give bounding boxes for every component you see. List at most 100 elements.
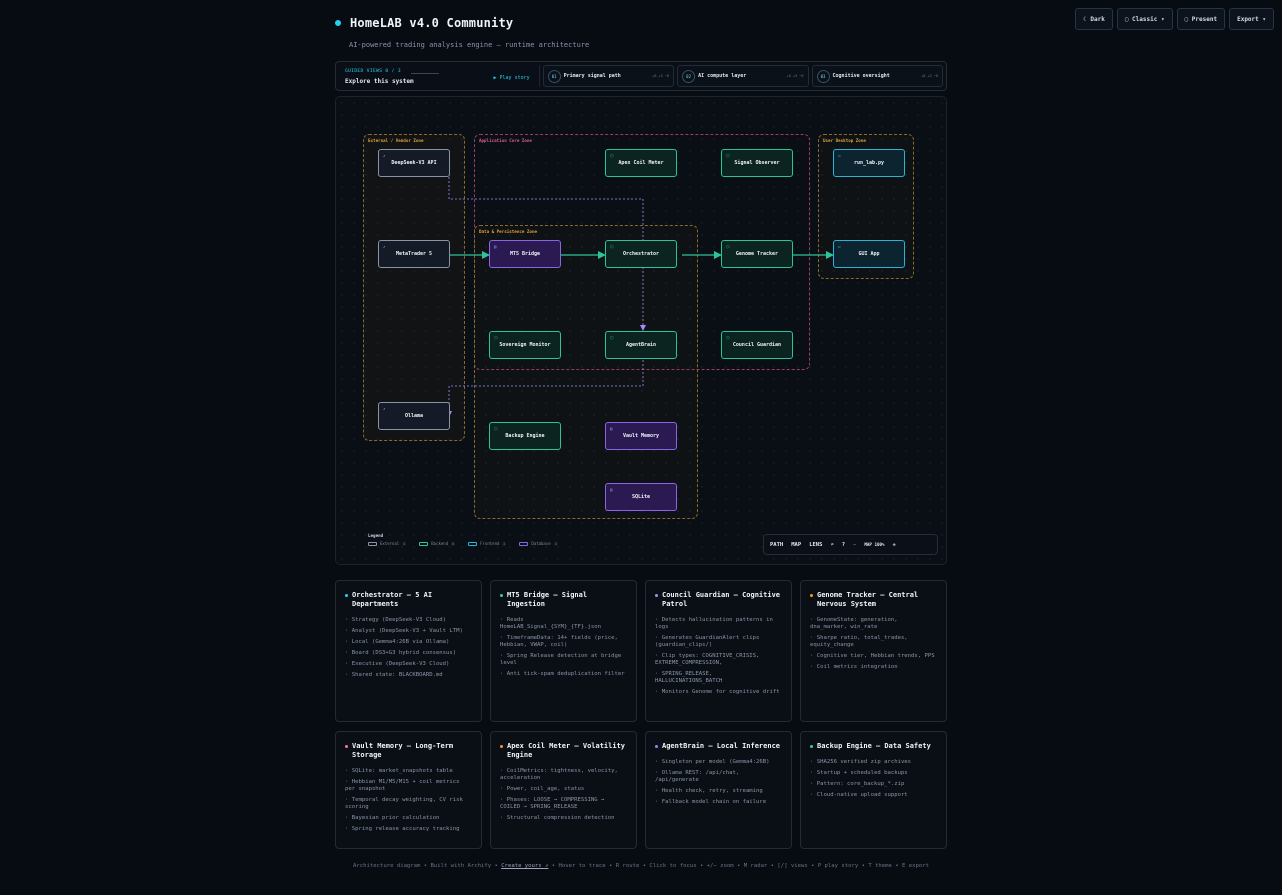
info-card-backup-engine[interactable]: Backup Engine — Data Safety SHA256 verif…	[800, 731, 947, 849]
map-mode-button[interactable]: MAP	[791, 542, 801, 548]
list-item: Fallback model chain on failure	[655, 799, 782, 806]
create-yours-link[interactable]: Create yours ↗	[501, 863, 548, 869]
list-item: Board (DS3+G3 hybrid consensus)	[345, 650, 472, 657]
list-item: TimeframeData: 14+ fields (price, Hebbia…	[500, 635, 627, 649]
view-number: 02	[682, 69, 696, 83]
list-item: Startup + scheduled backups	[810, 770, 937, 777]
path-mode-button[interactable]: PATH	[770, 542, 783, 548]
legend-label: Database	[531, 541, 551, 546]
list-item: Phases: LOOSE → COMPRESSING → COILED → S…	[500, 797, 627, 811]
info-card-agentbrain[interactable]: AgentBrain — Local Inference Singleton p…	[645, 731, 792, 849]
database-icon: ▤	[610, 426, 613, 431]
list-item: Spring release accuracy tracking	[345, 826, 472, 833]
info-card-mt5-bridge[interactable]: MT5 Bridge — Signal Ingestion Reads Home…	[490, 580, 637, 722]
list-item: Cloud-native upload support	[810, 792, 937, 799]
list-item: Local (Gemma4:26B via Ollama)	[345, 639, 472, 646]
node-label: MT5 Bridge	[509, 251, 541, 257]
export-dropdown[interactable]: Export ▾	[1229, 8, 1274, 30]
present-button[interactable]: ▢ Present	[1176, 8, 1226, 30]
list-item: Reads HomeLAB_Signal_{SYM}_{TF}.json	[500, 617, 627, 631]
diagram-canvas[interactable]: External / Vendor Zone Application Core …	[335, 96, 947, 565]
node-label: run_lab.py	[853, 160, 885, 166]
view-label: Primary signal path	[563, 73, 621, 79]
node-gui-app[interactable]: ▭ GUI App	[833, 240, 905, 268]
list-item: Sharpe ratio, total_trades, equity_chang…	[810, 635, 937, 649]
info-card-genome-tracker[interactable]: Genome Tracker — Central Nervous System …	[800, 580, 947, 722]
info-card-council-guardian[interactable]: Council Guardian — Cognitive Patrol Dete…	[645, 580, 792, 722]
legend-label: External	[380, 541, 400, 546]
list-item: Anti tick-spam deduplication filter	[500, 671, 627, 678]
list-item: Cognitive tier, Hebbian trends, PPS	[810, 653, 937, 660]
view-card-3[interactable]: 03 Cognitive oversight +8 +5 −8	[811, 65, 943, 87]
legend-count: 3	[553, 541, 558, 546]
node-label: Backup Engine	[505, 433, 545, 439]
view-stats: +8 +5 −8	[786, 74, 804, 78]
legend-item-database[interactable]: Database 3	[519, 541, 558, 546]
node-genome-tracker[interactable]: ⬡ Genome Tracker	[721, 240, 793, 268]
header: HomeLAB v4.0 Community AI-powered tradin…	[335, 16, 589, 49]
service-icon: ⬡	[726, 244, 730, 249]
window-icon: ▭	[838, 244, 841, 249]
map-controls: PATH MAP LENS ⌕ ? − MAP 100% +	[763, 534, 938, 555]
node-label: Genome Tracker	[735, 251, 779, 257]
info-card-vault-memory[interactable]: Vault Memory — Long-Term Storage SQLite:…	[335, 731, 482, 849]
card-title: Apex Coil Meter — Volatility Engine	[507, 742, 626, 759]
card-list: Singleton per model (Gemma4:26B) Ollama …	[655, 759, 782, 806]
play-story-button[interactable]: ▶ Play story	[494, 75, 530, 81]
legend-swatch	[368, 541, 377, 546]
list-item: Temporal decay weighting, CV risk scorin…	[345, 797, 472, 811]
node-signal-observer[interactable]: ⬡ Signal Observer	[721, 149, 793, 177]
list-item: GenomeState: generation, dna_marker, win…	[810, 617, 937, 631]
node-run-lab[interactable]: ▭ run_lab.py	[833, 149, 905, 177]
node-deepseek-api[interactable]: ⇗ DeepSeek-V3 API	[378, 149, 450, 177]
list-item: Spring Release detection at bridge level	[500, 653, 627, 667]
zoom-in-button[interactable]: +	[893, 542, 896, 548]
list-item: Analyst (DeepSeek-V3 + Vault LTM)	[345, 628, 472, 635]
node-apex-coil-meter[interactable]: ⬡ Apex Coil Meter	[605, 149, 677, 177]
status-dot-icon	[335, 20, 341, 26]
card-dot-icon	[655, 745, 658, 748]
classic-style-dropdown[interactable]: ▢ Classic ▾	[1116, 8, 1173, 30]
node-council-guardian[interactable]: ⬡ Council Guardian	[721, 331, 793, 359]
list-item: Shared state: BLACKBOARD.md	[345, 672, 472, 679]
node-mt5-bridge[interactable]: ▤ MT5 Bridge	[489, 240, 561, 268]
search-icon[interactable]: ⌕	[830, 542, 833, 548]
view-stats: +8 +5 −8	[652, 74, 670, 78]
zoom-out-button[interactable]: −	[853, 542, 856, 548]
view-card-2[interactable]: 02 AI compute layer +8 +5 −8	[677, 65, 809, 87]
node-orchestrator[interactable]: ⬡ Orchestrator	[605, 240, 677, 268]
node-backup-engine[interactable]: ⬡ Backup Engine	[489, 422, 561, 450]
legend-item-frontend[interactable]: Frontend 2	[468, 541, 507, 546]
info-card-apex-coil-meter[interactable]: Apex Coil Meter — Volatility Engine Coil…	[490, 731, 637, 849]
card-dot-icon	[500, 594, 503, 597]
info-card-orchestrator[interactable]: Orchestrator — 5 AI Departments Strategy…	[335, 580, 482, 722]
list-item: Clip types: COGNITIVE_CRISIS, EXTREME_CO…	[655, 653, 782, 667]
node-metatrader-5[interactable]: ⇗ MetaTrader 5	[378, 240, 450, 268]
service-icon: ⬡	[610, 153, 614, 158]
legend-item-backend[interactable]: Backend 8	[419, 541, 456, 546]
service-icon: ⬡	[610, 244, 614, 249]
legend-label: Backend	[431, 541, 449, 546]
external-link-icon: ⇗	[383, 406, 386, 411]
node-label: Apex Coil Meter	[618, 160, 664, 166]
node-ollama[interactable]: ⇗ Ollama	[378, 402, 450, 430]
lens-mode-button[interactable]: LENS	[809, 542, 822, 548]
help-icon[interactable]: ?	[842, 542, 845, 548]
card-title: AgentBrain — Local Inference	[662, 742, 781, 750]
list-item: Hebbian M1/M5/M15 + coil metrics per sna…	[345, 779, 472, 793]
node-sqlite[interactable]: ▤ SQLite	[605, 483, 677, 511]
node-agentbrain[interactable]: ⬡ AgentBrain	[605, 331, 677, 359]
view-card-1[interactable]: 01 Primary signal path +8 +5 −8	[542, 65, 675, 87]
card-dot-icon	[500, 745, 503, 748]
node-label: Vault Memory	[622, 433, 660, 439]
card-list: SHA256 verified zip archives Startup + s…	[810, 759, 937, 799]
legend-item-external[interactable]: External 3	[368, 541, 407, 546]
node-sovereign-monitor[interactable]: ⬡ Sovereign Monitor	[489, 331, 561, 359]
card-list: SQLite: market_snapshots table Hebbian M…	[345, 768, 472, 833]
card-dot-icon	[810, 594, 813, 597]
view-stats: +8 +5 −8	[921, 74, 938, 78]
database-icon: ▤	[494, 244, 497, 249]
dark-theme-button[interactable]: ☾ Dark	[1075, 8, 1113, 30]
node-vault-memory[interactable]: ▤ Vault Memory	[605, 422, 677, 450]
list-item: Generates GuardianAlert clips (guardian_…	[655, 635, 782, 649]
